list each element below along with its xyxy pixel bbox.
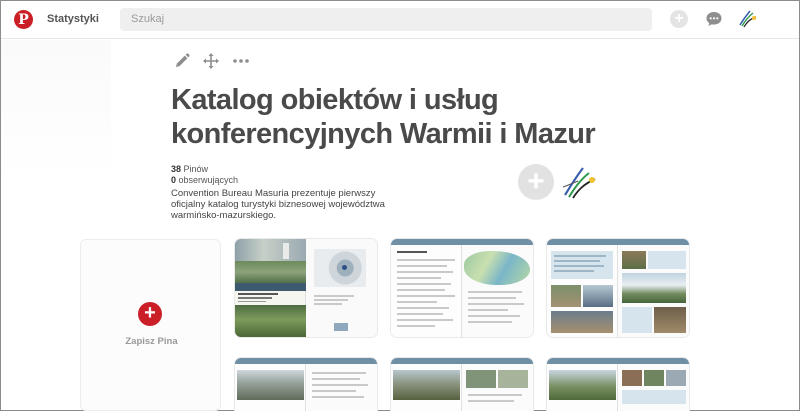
logo-letter: P	[18, 12, 29, 28]
pin-image	[547, 364, 618, 411]
background-decoration	[1, 40, 111, 180]
pin-card[interactable]	[547, 239, 689, 337]
followers-stat[interactable]: 0 obserwujących	[171, 175, 238, 186]
search-placeholder: Szukaj	[131, 13, 165, 25]
pin-card[interactable]	[391, 358, 533, 411]
pin-card[interactable]	[547, 358, 689, 411]
pin-image	[235, 364, 306, 411]
pin-image	[391, 245, 462, 337]
chat-bubble-icon[interactable]	[705, 10, 723, 28]
pin-image-page	[306, 364, 377, 411]
pin-card[interactable]	[235, 358, 377, 411]
save-pin-label: Zapisz Pina	[125, 336, 178, 347]
save-pin-card[interactable]: + Zapisz Pina	[80, 239, 221, 411]
pin-image	[235, 239, 306, 337]
move-arrows-icon[interactable]	[202, 52, 220, 70]
analytics-link[interactable]: Statystyki	[47, 13, 99, 25]
pin-card[interactable]	[391, 239, 533, 337]
pins-count: 38	[171, 164, 182, 174]
pencil-icon[interactable]	[173, 52, 191, 70]
pin-image-page	[618, 364, 689, 411]
pin-image-page	[306, 239, 377, 337]
pin-image	[391, 364, 462, 411]
search-input[interactable]: Szukaj	[120, 8, 652, 31]
user-avatar-icon[interactable]	[737, 8, 759, 30]
pin-image-page	[618, 245, 689, 337]
board-owner-avatar-icon[interactable]	[561, 163, 599, 201]
plus-icon: +	[138, 302, 162, 326]
ellipsis-icon[interactable]	[232, 52, 250, 70]
pin-card[interactable]	[235, 239, 377, 337]
board-title: Katalog obiektów i usług konferencyjnych…	[171, 84, 596, 150]
board-stats: 38 Pinów 0 obserwujących	[171, 164, 238, 186]
add-icon[interactable]: +	[670, 10, 688, 28]
board-description: Convention Bureau Masuria prezentuje pie…	[171, 188, 385, 221]
top-nav-bar: P Statystyki Szukaj +	[1, 1, 799, 39]
add-collaborator-icon[interactable]: +	[518, 164, 554, 200]
followers-count: 0	[171, 175, 177, 185]
pinterest-logo-icon[interactable]: P	[14, 10, 33, 29]
followers-label: obserwujących	[178, 175, 239, 185]
pin-image-page	[462, 245, 533, 337]
pins-label: Pinów	[183, 164, 209, 174]
pins-stat[interactable]: 38 Pinów	[171, 164, 238, 175]
pin-image-page	[462, 364, 533, 411]
pin-image	[547, 245, 618, 337]
